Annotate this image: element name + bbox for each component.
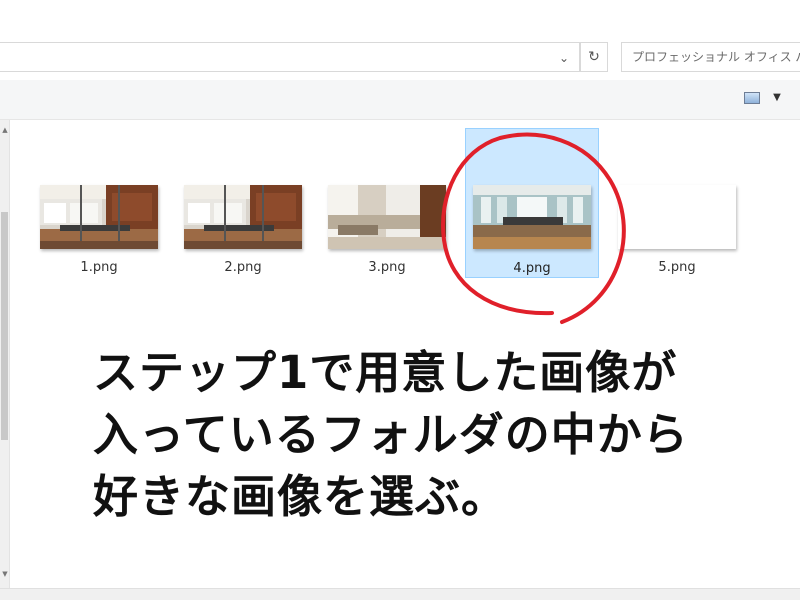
file-thumbnail [184,185,302,249]
scrollbar-thumb[interactable] [1,212,8,440]
file-thumbnail [40,185,158,249]
file-item-1[interactable]: 1.png [32,128,166,278]
scroll-down-icon[interactable]: ▼ [0,570,10,578]
file-name: 1.png [80,260,118,275]
status-bar [0,588,800,600]
caret-down-icon[interactable]: ▼ [770,91,784,105]
file-name: 3.png [368,260,406,275]
caption-line-3: 好きな画像を選ぶ。 [93,470,508,523]
file-name: 5.png [658,260,696,275]
caption-line-1: ステップ1で用意した画像が [93,346,678,399]
address-bar[interactable] [0,42,580,72]
chevron-down-icon[interactable]: ⌄ [552,49,576,67]
file-item-5[interactable]: 5.png [610,128,744,278]
file-item-4[interactable]: 4.png [465,128,599,278]
instruction-caption: ステップ1で用意した画像が 入っているフォルダの中から 好きな画像を選ぶ。 [93,342,793,528]
file-name: 2.png [224,260,262,275]
file-item-2[interactable]: 2.png [176,128,310,278]
file-item-3[interactable]: 3.png [320,128,454,278]
file-thumbnail [618,185,736,249]
refresh-icon[interactable]: ↻ [580,42,608,72]
view-options-icon[interactable] [744,92,760,104]
scroll-up-icon[interactable]: ▲ [0,126,10,134]
file-thumbnail [473,185,591,249]
caption-line-2: 入っているフォルダの中から [93,408,689,461]
file-thumbnail [328,185,446,249]
search-input[interactable]: プロフェッショナル オフィス パー [621,42,800,72]
toolbar [0,80,800,120]
file-name: 4.png [513,261,551,276]
